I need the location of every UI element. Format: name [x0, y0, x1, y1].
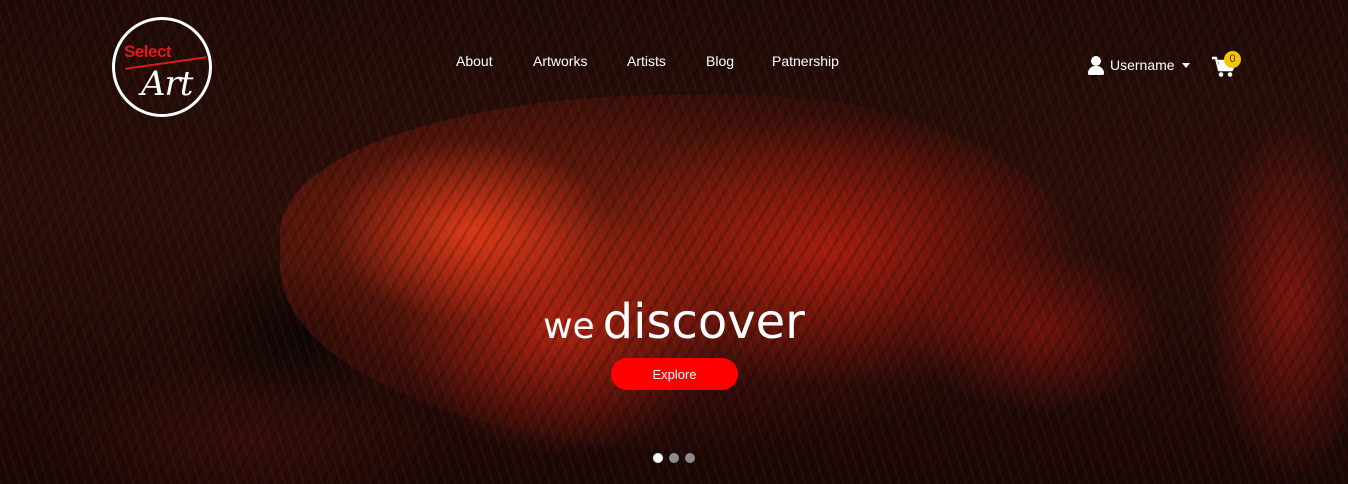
carousel-indicators: [653, 453, 695, 463]
user-icon: [1087, 55, 1105, 75]
nav-artists[interactable]: Artists: [627, 53, 666, 69]
explore-button[interactable]: Explore: [611, 358, 738, 390]
logo-top-text: Select: [124, 42, 172, 61]
caret-down-icon: [1181, 62, 1190, 68]
cart-button[interactable]: 0: [1211, 51, 1241, 80]
cart-count-badge: 0: [1224, 51, 1241, 68]
nav-blog[interactable]: Blog: [706, 53, 734, 69]
carousel-dot[interactable]: [669, 453, 679, 463]
headline-big: discover: [602, 294, 805, 350]
username-label: Username: [1110, 57, 1175, 73]
nav-about[interactable]: About: [456, 53, 493, 69]
select-art-logo[interactable]: Select Art: [112, 17, 212, 117]
nav-partnership[interactable]: Patnership: [772, 53, 839, 69]
headline-small: we: [543, 306, 595, 347]
hero-artwork-background: [280, 95, 1100, 455]
user-menu[interactable]: Username: [1087, 55, 1190, 75]
logo-bottom-text: Art: [141, 64, 193, 104]
nav-artworks[interactable]: Artworks: [533, 53, 587, 69]
carousel-dot[interactable]: [653, 453, 663, 463]
hero-banner: Select Art About Artworks Artists Blog P…: [0, 0, 1348, 484]
hero-headline: we discover: [0, 294, 1348, 350]
carousel-dot[interactable]: [685, 453, 695, 463]
